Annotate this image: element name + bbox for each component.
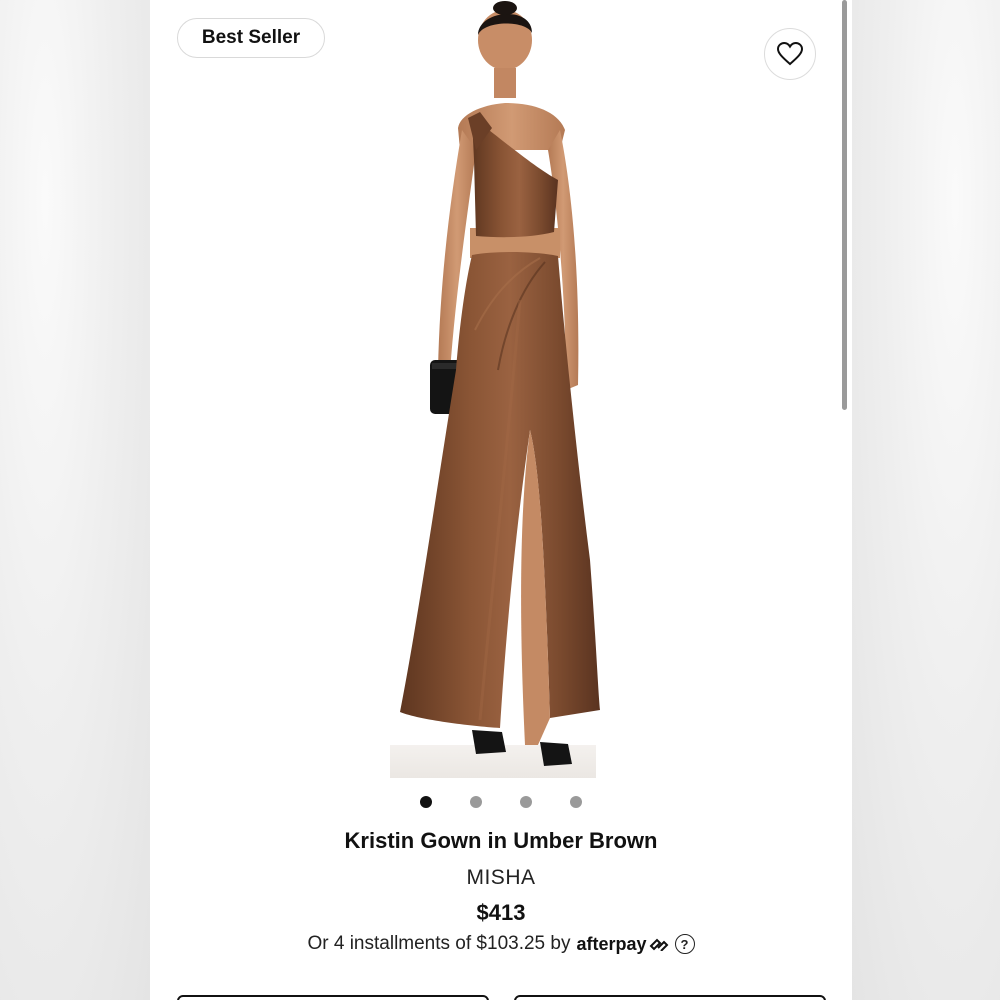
product-card: Best Seller Kristin Gown in Umber Brown … xyxy=(150,0,852,1000)
gallery-dot-4[interactable] xyxy=(570,796,582,808)
product-brand[interactable]: MISHA xyxy=(150,866,852,890)
afterpay-logo: afterpay xyxy=(576,934,668,955)
gallery-dot-2[interactable] xyxy=(470,796,482,808)
gallery-pagination xyxy=(420,795,582,809)
installments-text: Or 4 installments of $103.25 by xyxy=(307,933,571,954)
size-select-button[interactable] xyxy=(177,995,489,1000)
gallery-dot-1[interactable] xyxy=(420,796,432,808)
best-seller-badge: Best Seller xyxy=(177,18,325,58)
heart-icon xyxy=(777,42,803,66)
background-left xyxy=(0,0,150,1000)
product-price: $413 xyxy=(476,900,526,925)
background-right xyxy=(850,0,1000,1000)
badge-label: Best Seller xyxy=(201,27,301,48)
afterpay-label: afterpay xyxy=(576,933,647,954)
product-image[interactable] xyxy=(380,0,610,780)
afterpay-arrows-icon xyxy=(649,938,668,951)
scrollbar[interactable] xyxy=(842,0,847,410)
product-title: Kristin Gown in Umber Brown xyxy=(344,828,658,853)
wishlist-button[interactable] xyxy=(764,28,816,80)
add-to-bag-button[interactable] xyxy=(514,995,826,1000)
gallery-dot-3[interactable] xyxy=(520,796,532,808)
help-icon[interactable]: ? xyxy=(674,934,695,954)
installments-row: Or 4 installments of $103.25 by afterpay… xyxy=(150,933,852,955)
